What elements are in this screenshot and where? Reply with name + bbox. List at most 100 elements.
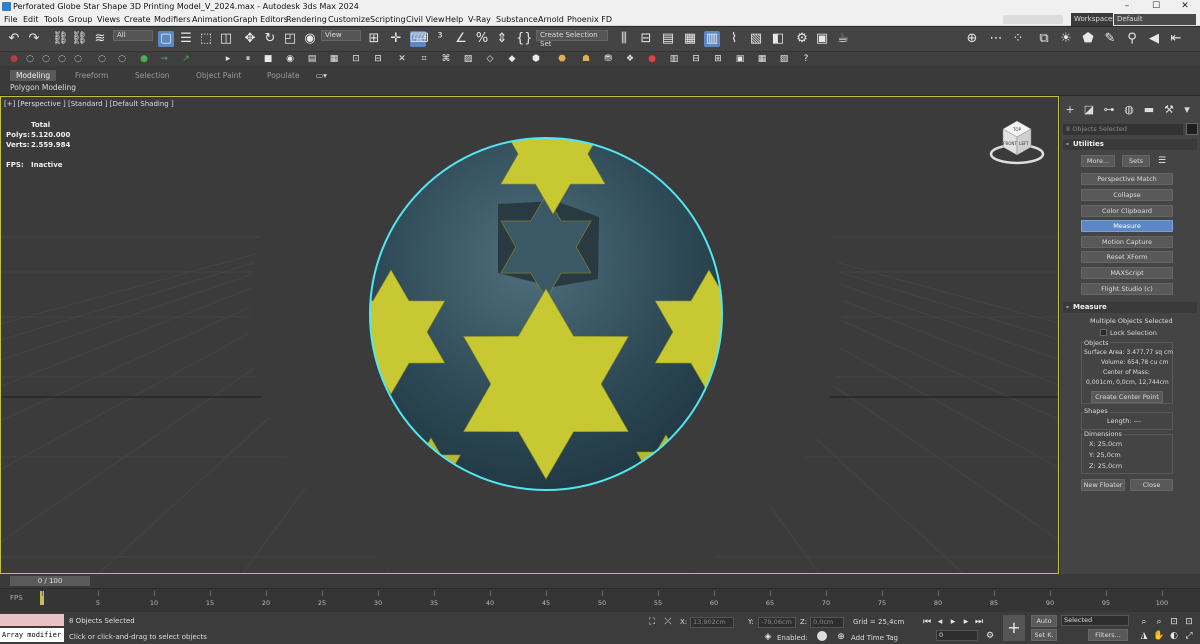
motion-capture-button[interactable]: Motion Capture — [1081, 236, 1173, 248]
rendered-frame-icon[interactable]: ▣ — [814, 31, 830, 47]
display-tab-icon[interactable]: ▬ — [1142, 103, 1156, 117]
enabled-toggle[interactable] — [817, 631, 827, 641]
set-key-icon[interactable]: + — [1003, 615, 1025, 641]
viewport-canvas[interactable]: TOP FRONT LEFT — [1, 97, 1059, 574]
zoom-extents-all-icon[interactable]: ⊡ — [1183, 616, 1195, 628]
phoenix-tool-17-icon[interactable]: ● — [646, 53, 658, 65]
z-coord-field[interactable]: 0,0cm — [810, 617, 844, 628]
field-of-view-icon[interactable]: ◮ — [1138, 630, 1150, 642]
modify-tab-icon[interactable]: ◪ — [1082, 103, 1096, 117]
unlink-icon[interactable]: ⛓ — [71, 31, 88, 47]
phoenix-tool-18-icon[interactable]: ▥ — [668, 53, 680, 65]
vray-ipr-icon[interactable]: ⇤ — [1168, 31, 1184, 47]
menu-create[interactable]: Create — [124, 13, 151, 26]
menu-rendering[interactable]: Rendering — [286, 13, 327, 26]
auto-key-button[interactable]: Auto — [1031, 615, 1057, 627]
phoenix-tool-22-icon[interactable]: ▦ — [756, 53, 768, 65]
selection-color-swatch[interactable] — [1186, 123, 1198, 135]
measure-rollout-header[interactable]: Measure — [1063, 302, 1197, 313]
pan-icon[interactable]: ✋ — [1153, 630, 1165, 642]
new-floater-button[interactable]: New Floater — [1081, 479, 1125, 491]
time-slider[interactable]: 0 / 100 — [0, 574, 1200, 588]
bind-space-warp-icon[interactable]: ≋ — [92, 31, 108, 47]
adaptive-degradation-icon[interactable]: ◈ — [762, 631, 774, 643]
track-bar[interactable]: FPS 0 5 10 15 20 25 30 35 40 45 50 55 60 65 70 75 80 85 90… — [0, 588, 1200, 612]
place-icon[interactable]: ◉ — [302, 31, 318, 47]
utilities-tab-icon[interactable]: ⚒ — [1162, 103, 1176, 117]
select-manipulate-icon[interactable]: ✛ — [388, 31, 404, 47]
close-button[interactable]: ✕ — [1171, 0, 1199, 13]
spinner-snap-icon[interactable]: ⇕ — [494, 31, 510, 47]
orbit-icon[interactable]: ◐ — [1168, 630, 1180, 642]
motion-tab-icon[interactable]: ◍ — [1122, 103, 1136, 117]
phoenix-tool-21-icon[interactable]: ▣ — [734, 53, 746, 65]
time-tag-icon[interactable]: ⊕ — [835, 631, 847, 643]
menu-scripting[interactable]: Scripting — [370, 13, 406, 26]
configure-button-sets-icon[interactable]: ☰ — [1156, 155, 1168, 167]
vray-tool-5-icon[interactable]: ◌ — [72, 53, 84, 65]
x-coord-field[interactable]: 13,902cm — [690, 617, 734, 628]
hierarchy-tab-icon[interactable]: ⊶ — [1102, 103, 1116, 117]
phoenix-tool-11-icon[interactable]: ◆ — [506, 53, 518, 65]
absolute-mode-icon[interactable]: ⤫ — [662, 616, 674, 628]
pivot-center-icon[interactable]: ⊞ — [366, 31, 382, 47]
phoenix-tool-6-icon[interactable]: ✕ — [396, 53, 408, 65]
more-button[interactable]: More... — [1081, 155, 1115, 167]
toggle-ribbon-icon[interactable]: ▦ — [682, 31, 698, 47]
phoenix-tool-9-icon[interactable]: ▨ — [462, 53, 474, 65]
play-animation-icon[interactable]: ▸ — [947, 616, 959, 628]
menu-file[interactable]: File — [4, 13, 17, 26]
menu-help[interactable]: Help — [445, 13, 463, 26]
sets-button[interactable]: Sets — [1122, 155, 1150, 167]
y-coord-field[interactable]: -79,06cm — [758, 617, 796, 628]
flight-studio-button[interactable]: Flight Studio (c) — [1081, 283, 1173, 295]
vray-tool-3-icon[interactable]: ◌ — [40, 53, 52, 65]
phoenix-tool-8-icon[interactable]: ⌘ — [440, 53, 452, 65]
vray-light-icon[interactable]: ☀ — [1058, 31, 1074, 47]
maximize-button[interactable]: ☐ — [1142, 0, 1170, 13]
phoenix-tool-2-icon[interactable]: ▤ — [306, 53, 318, 65]
phoenix-tool-10-icon[interactable]: ◇ — [484, 53, 496, 65]
ribbon-options-icon[interactable]: ▭▾ — [316, 70, 327, 81]
phoenix-tool-4-icon[interactable]: ⊡ — [350, 53, 362, 65]
menu-customize[interactable]: Customize — [328, 13, 370, 26]
curve-editor-icon[interactable]: ⌇ — [726, 31, 742, 47]
menu-group[interactable]: Group — [68, 13, 92, 26]
menu-views[interactable]: Views — [97, 13, 120, 26]
tab-object-paint[interactable]: Object Paint — [196, 70, 241, 81]
sign-in-area[interactable] — [1003, 15, 1063, 24]
reference-coordinate-dropdown[interactable]: View — [321, 30, 361, 41]
menu-edit[interactable]: Edit — [23, 13, 39, 26]
maximize-viewport-icon[interactable]: ⤢ — [1183, 630, 1195, 642]
panel-options-icon[interactable]: ▾ — [1180, 103, 1194, 117]
vray-proxy-icon[interactable]: ⚲ — [1124, 31, 1140, 47]
keyboard-shortcut-override-icon[interactable]: ⌨ — [410, 31, 429, 47]
time-slider-thumb[interactable]: 0 / 100 — [10, 576, 90, 586]
redo-icon[interactable]: ↷ — [26, 31, 42, 47]
fps-toggle[interactable]: FPS — [10, 594, 23, 602]
menu-vray[interactable]: V-Ray — [468, 13, 491, 26]
pause-icon[interactable]: ⏸ — [242, 53, 254, 65]
percent-snap-icon[interactable]: % — [474, 31, 490, 47]
maxscript-listener-top[interactable] — [0, 614, 64, 626]
undo-icon[interactable]: ↶ — [6, 31, 22, 47]
rotate-icon[interactable]: ↻ — [262, 31, 278, 47]
minimize-button[interactable]: – — [1113, 0, 1141, 13]
vray-asset-icon[interactable]: ✎ — [1102, 31, 1118, 47]
phoenix-tool-1-icon[interactable]: ◉ — [284, 53, 296, 65]
render-teapot-icon[interactable]: ☕ — [835, 31, 851, 47]
menu-tools[interactable]: Tools — [44, 13, 64, 26]
layer-explorer-icon[interactable]: ▤ — [660, 31, 676, 47]
material-editor-icon[interactable]: ◧ — [770, 31, 786, 47]
go-to-start-icon[interactable]: ⏮ — [921, 616, 933, 628]
vray-tool-6-icon[interactable]: ◌ — [96, 53, 108, 65]
time-configuration-icon[interactable]: ⚙ — [984, 630, 996, 642]
color-clipboard-button[interactable]: Color Clipboard — [1081, 205, 1173, 217]
phoenix-tool-13-icon[interactable]: ⬣ — [556, 53, 568, 65]
go-to-end-icon[interactable]: ⏭ — [973, 616, 985, 628]
zoom-extents-icon[interactable]: ⊡ — [1168, 616, 1180, 628]
help-icon[interactable]: ? — [800, 53, 812, 65]
align-icon[interactable]: ⊟ — [638, 31, 654, 47]
array-icon[interactable]: ⋯ — [988, 31, 1004, 47]
workspace-dropdown[interactable]: Default — [1114, 14, 1196, 25]
